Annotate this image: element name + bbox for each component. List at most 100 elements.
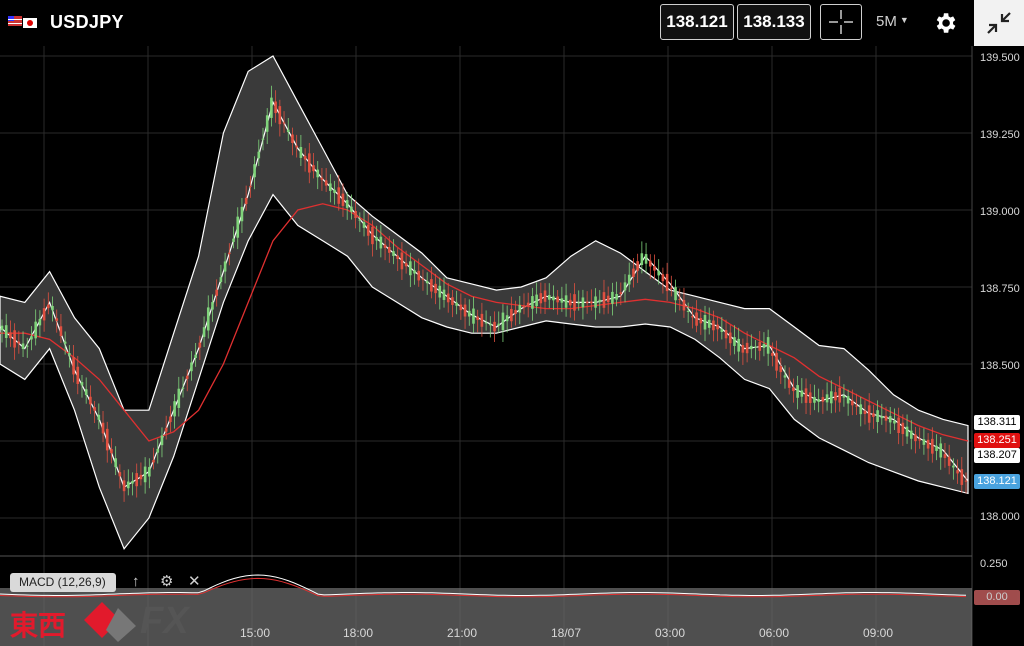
candle-body	[219, 277, 223, 283]
candle-body	[825, 394, 829, 403]
candle-body	[648, 260, 652, 267]
candle-body	[914, 434, 917, 442]
crosshair-button[interactable]	[820, 4, 862, 40]
candle-body	[0, 325, 4, 331]
ask-price-button[interactable]: 138.133	[737, 4, 811, 40]
candle-body	[472, 308, 475, 324]
candle-body	[299, 146, 303, 158]
candle-body	[4, 325, 8, 338]
candle-body	[745, 342, 749, 354]
candle-body	[122, 480, 126, 492]
candle-body	[728, 332, 732, 344]
candle-body	[451, 297, 454, 305]
candle-body	[148, 467, 151, 477]
candle-body	[295, 145, 298, 148]
candle-body	[476, 316, 479, 320]
candle-body	[691, 316, 694, 318]
candle-body	[181, 387, 185, 389]
candle-body	[522, 305, 526, 308]
chevron-down-icon: ▼	[899, 15, 909, 25]
candle-body	[358, 219, 362, 221]
candle-body	[564, 295, 568, 308]
candle-body	[632, 268, 635, 277]
candle-body	[105, 428, 109, 451]
macd-indicator-label[interactable]: MACD (12,26,9)	[10, 573, 116, 592]
candle-body	[766, 337, 770, 354]
candle-body	[733, 337, 736, 346]
logo-mark-icon	[84, 602, 136, 642]
candle-body	[194, 354, 197, 359]
candle-body	[282, 122, 286, 124]
candle-body	[350, 206, 353, 212]
candle-body	[249, 185, 252, 187]
candle-body	[611, 291, 614, 304]
gear-icon[interactable]	[932, 10, 958, 36]
candle-body	[131, 481, 134, 484]
candle-body	[152, 460, 155, 463]
arrow-up-icon[interactable]: ↑	[132, 573, 160, 590]
candle-body	[800, 390, 804, 397]
candle-body	[829, 391, 833, 404]
candle-body	[880, 416, 884, 419]
price-tag-middle: 138.207	[974, 448, 1020, 463]
candle-body	[598, 299, 602, 303]
candle-body	[846, 396, 850, 404]
candle-body	[63, 341, 67, 344]
candle-body	[804, 388, 808, 403]
gear-icon[interactable]: ⚙	[160, 572, 188, 590]
bid-price-button[interactable]: 138.121	[660, 4, 734, 40]
candle-body	[303, 155, 307, 160]
candle-body	[434, 283, 437, 294]
price-chart[interactable]	[0, 46, 1024, 646]
candle-body	[859, 404, 863, 415]
candle-body	[47, 304, 50, 309]
candle-body	[114, 458, 117, 468]
price-tag-bid: 138.121	[974, 474, 1020, 489]
candle-body	[695, 312, 698, 326]
candle-body	[139, 474, 143, 480]
candle-body	[741, 345, 745, 353]
candle-body	[126, 481, 130, 489]
candle-body	[493, 321, 496, 332]
candle-body	[17, 341, 21, 344]
candle-body	[286, 129, 290, 133]
timeframe-dropdown[interactable]: 5M ▼	[876, 13, 909, 30]
candle-body	[779, 366, 783, 373]
candle-body	[484, 322, 488, 324]
candle-body	[653, 266, 656, 271]
candle-body	[931, 438, 934, 454]
candle-body	[51, 305, 54, 311]
symbol-label[interactable]: USDJPY	[50, 12, 124, 33]
candle-body	[143, 466, 147, 483]
candle-body	[312, 165, 315, 172]
candle-body	[619, 292, 623, 295]
candle-body	[535, 294, 538, 307]
candle-body	[442, 289, 446, 300]
candle-body	[341, 193, 345, 206]
candle-body	[206, 307, 210, 331]
x-tick-label: 03:00	[654, 626, 686, 640]
candle-body	[89, 396, 92, 405]
candle-body	[834, 392, 837, 401]
close-icon[interactable]: ✕	[188, 572, 216, 590]
candle-body	[337, 187, 341, 204]
collapse-fullscreen-button[interactable]	[974, 0, 1024, 46]
candle-body	[573, 294, 576, 311]
candle-body	[851, 400, 854, 406]
macd-value-tag: 0.00	[974, 590, 1020, 605]
candle-body	[699, 318, 703, 324]
candle-body	[762, 343, 766, 348]
candle-body	[320, 177, 324, 180]
candle-body	[627, 274, 631, 285]
candle-body	[308, 153, 311, 173]
price-tag-upper: 138.311	[974, 415, 1020, 430]
candle-body	[602, 292, 606, 308]
candle-body	[84, 389, 88, 396]
candle-body	[754, 346, 757, 348]
candle-body	[223, 261, 227, 272]
candle-body	[236, 216, 240, 238]
candle-body	[228, 252, 231, 255]
candle-body	[893, 420, 896, 424]
candle-body	[518, 305, 522, 313]
candle-body	[661, 274, 665, 282]
